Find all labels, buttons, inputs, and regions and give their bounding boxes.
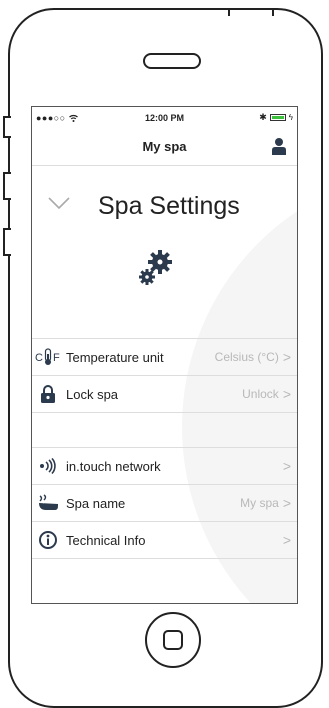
gears-icon xyxy=(139,250,172,285)
user-profile-icon[interactable] xyxy=(271,137,287,155)
technical-info-label: Technical Info xyxy=(66,532,146,548)
section-separator xyxy=(32,413,297,448)
volume-up-button xyxy=(3,172,11,200)
status-icons: ✱ ϟ xyxy=(259,112,293,123)
svg-text:F: F xyxy=(53,352,60,364)
power-button xyxy=(228,8,274,16)
in-touch-network-row[interactable]: in.touch network > xyxy=(32,448,297,485)
lock-spa-value: Unlock xyxy=(242,387,279,401)
home-button[interactable] xyxy=(145,612,201,668)
spa-name-row[interactable]: Spa name My spa > xyxy=(32,485,297,522)
status-time: 12:00 PM xyxy=(144,113,185,123)
battery-icon xyxy=(269,114,286,121)
temperature-unit-label: Temperature unit xyxy=(66,349,164,365)
home-button-square xyxy=(163,630,183,650)
chevron-right-icon: > xyxy=(282,495,291,511)
spa-name-icon xyxy=(34,494,62,512)
temperature-unit-icon: C F xyxy=(34,348,62,366)
volume-down-button xyxy=(3,228,11,256)
charging-icon: ϟ xyxy=(288,113,293,122)
lock-spa-row[interactable]: Lock spa Unlock > xyxy=(32,376,297,413)
chevron-down-icon[interactable] xyxy=(48,196,70,210)
spa-settings-header: Spa Settings xyxy=(32,166,297,339)
temperature-unit-row[interactable]: C F Temperature unit Celsius (°C) > xyxy=(32,339,297,376)
settings-list: C F Temperature unit Celsius (°C) > Lock… xyxy=(32,339,297,559)
lock-icon xyxy=(34,385,62,403)
spa-name-label: Spa name xyxy=(66,495,126,511)
nav-title: My spa xyxy=(142,139,187,154)
chevron-right-icon: > xyxy=(282,349,291,365)
bluetooth-icon: ✱ xyxy=(259,112,267,122)
page-title: Spa Settings xyxy=(98,192,240,220)
lock-spa-label: Lock spa xyxy=(66,386,119,402)
chevron-right-icon: > xyxy=(282,458,291,474)
navigation-bar: My spa xyxy=(32,129,297,166)
in-touch-network-label: in.touch network xyxy=(66,458,161,474)
svg-text:C: C xyxy=(35,352,43,364)
speaker-grille xyxy=(143,53,201,69)
app-screen: ●●●○○ 12:00 PM ✱ ϟ My spa Spa Settings C… xyxy=(31,106,298,604)
chevron-right-icon: > xyxy=(282,386,291,402)
status-bar: ●●●○○ 12:00 PM ✱ ϟ xyxy=(32,107,297,129)
spa-name-value: My spa xyxy=(240,496,279,510)
technical-info-row[interactable]: Technical Info > xyxy=(32,522,297,559)
mute-switch xyxy=(3,116,11,138)
chevron-right-icon: > xyxy=(282,532,291,548)
network-icon xyxy=(34,458,62,474)
temperature-unit-value: Celsius (°C) xyxy=(214,350,279,364)
info-icon xyxy=(34,530,62,550)
